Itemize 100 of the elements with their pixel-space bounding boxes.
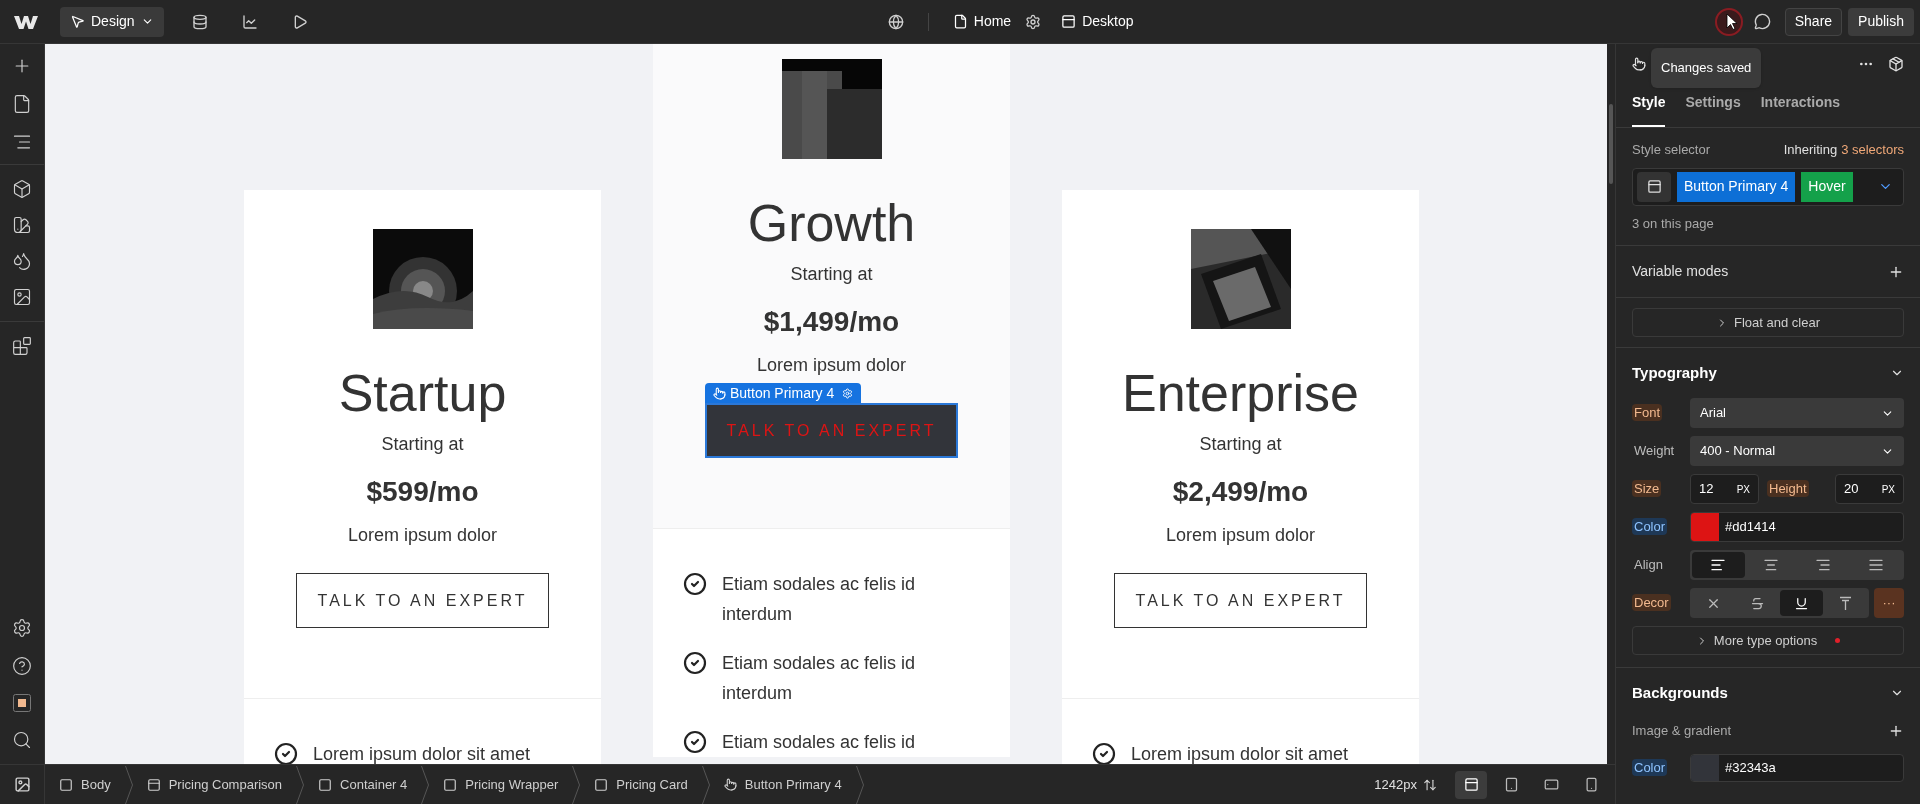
settings-icon[interactable]	[12, 618, 32, 638]
feature-text: Etiam sodales ac felis id interdum	[722, 573, 917, 626]
landscape-icon	[1543, 777, 1559, 792]
cursor-icon	[70, 14, 85, 29]
section-title: Variable modes	[1632, 262, 1729, 281]
property-label: Color	[1632, 518, 1668, 536]
plan-price: $1,499/mo	[763, 305, 900, 339]
plan-subtitle: Starting at	[1199, 433, 1282, 456]
dropdown-field[interactable]: 400 - Normal	[1690, 436, 1904, 466]
cube-icon[interactable]	[12, 179, 32, 199]
property-label: Decor	[1632, 594, 1671, 612]
globe-icon[interactable]	[887, 13, 904, 30]
panel-tab[interactable]: Style	[1632, 92, 1666, 127]
feature-text: Etiam sodales ac felis id interdum	[722, 652, 917, 705]
breadcrumb-item[interactable]: Pricing Comparison	[132, 774, 297, 795]
image-icon[interactable]	[13, 776, 31, 793]
align-option[interactable]	[1692, 552, 1745, 578]
page-count: 3 on this page	[1632, 214, 1715, 233]
section-title: Typography	[1632, 362, 1717, 383]
inheriting-count[interactable]: 3 selectors	[1841, 140, 1904, 160]
share-button[interactable]: Share	[1784, 7, 1843, 36]
square-icon[interactable]	[13, 694, 31, 712]
image-icon[interactable]	[12, 287, 32, 307]
plan-description: Lorem ipsum dolor	[347, 524, 498, 547]
breadcrumb-separator	[421, 765, 430, 804]
dropdown-field[interactable]: Arial	[1690, 398, 1904, 428]
breadcrumb-item[interactable]: Container 4	[304, 774, 422, 795]
portrait-icon	[1583, 777, 1599, 792]
panel-tab[interactable]: Interactions	[1760, 92, 1841, 127]
align-left-icon	[1710, 557, 1727, 573]
database-icon[interactable]	[191, 13, 208, 30]
align-right-icon	[1815, 557, 1832, 573]
page-selector[interactable]: Home	[952, 11, 1012, 32]
color-swatch[interactable]	[1691, 755, 1719, 781]
breadcrumb-separator	[296, 765, 305, 804]
selection-label[interactable]: Button Primary 4	[705, 383, 862, 403]
talk-to-expert-button[interactable]: TALK TO AN EXPERT	[296, 573, 549, 628]
settings-icon[interactable]	[1025, 13, 1042, 30]
property-label: Weight	[1633, 442, 1676, 460]
apps-icon[interactable]	[12, 336, 32, 356]
add-icon[interactable]	[1888, 723, 1904, 739]
breadcrumb-item[interactable]: Body	[45, 774, 125, 795]
selector-tag[interactable]: Button Primary 4	[1677, 171, 1796, 202]
breadcrumb-separator	[124, 765, 133, 804]
float-and-clear-button[interactable]: Float and clear	[1632, 308, 1904, 337]
element-icon	[1646, 179, 1662, 194]
tablet-icon	[1503, 777, 1519, 792]
property-label: Height	[1767, 480, 1809, 498]
property-label: Size	[1632, 480, 1662, 498]
webflow-logo[interactable]	[14, 13, 40, 30]
hand-icon	[723, 778, 737, 791]
more-type-options-button[interactable]: More type options	[1632, 626, 1904, 655]
scrollbar-thumb[interactable]	[1609, 104, 1613, 184]
color-swatch[interactable]	[1691, 513, 1719, 541]
chart-icon[interactable]	[241, 13, 258, 30]
number-field[interactable]: 20 PX	[1835, 474, 1904, 504]
more-decoration-button[interactable]: ···	[1874, 588, 1904, 618]
decoration-option[interactable]	[1779, 590, 1824, 616]
breakpoint-button[interactable]	[1455, 770, 1487, 799]
droplets-icon[interactable]	[12, 251, 32, 271]
strikethrough-icon	[1750, 595, 1766, 611]
selector-field[interactable]: Button Primary 4 Hover	[1632, 167, 1904, 206]
panel-tab[interactable]: Settings	[1685, 92, 1741, 127]
swatch-icon[interactable]	[12, 215, 32, 235]
design-mode-button[interactable]: Design	[60, 6, 164, 37]
plan-subtitle: Starting at	[790, 263, 873, 286]
color-field[interactable]: #32343a	[1690, 754, 1904, 782]
section-title: Backgrounds	[1632, 682, 1728, 703]
plan-title: Growth	[747, 197, 916, 249]
component-icon[interactable]	[1888, 56, 1904, 72]
page-icon[interactable]	[12, 94, 32, 114]
breadcrumb-item[interactable]: Button Primary 4	[709, 774, 856, 795]
search-icon[interactable]	[12, 730, 32, 750]
pointer-icon	[1713, 6, 1744, 37]
plan-subtitle: Starting at	[381, 433, 464, 456]
breadcrumb-item[interactable]: Pricing Wrapper	[429, 774, 573, 795]
page-icon	[952, 14, 968, 29]
breadcrumb-item[interactable]: Pricing Card	[580, 774, 702, 795]
plan-description: Lorem ipsum dolor	[756, 354, 907, 377]
check-icon	[683, 651, 707, 675]
changes-saved-tooltip: Changes saved	[1651, 48, 1762, 88]
property-label: Font	[1632, 404, 1662, 422]
box-icon	[59, 777, 73, 792]
property-label: Image & gradient	[1632, 722, 1731, 741]
comment-icon[interactable]	[1753, 13, 1771, 30]
help-icon[interactable]	[12, 656, 32, 676]
breadcrumb-separator	[572, 765, 581, 804]
color-field[interactable]: #dd1414	[1690, 512, 1904, 542]
inheriting-label: Inheriting	[1783, 141, 1838, 159]
box-icon	[594, 777, 609, 792]
talk-to-expert-button[interactable]: TALK TO AN EXPERT	[1114, 573, 1367, 628]
number-field[interactable]: 12 PX	[1690, 474, 1759, 504]
plan-description: Lorem ipsum dolor	[1165, 524, 1316, 547]
box-icon	[318, 777, 333, 792]
property-label: Align	[1633, 556, 1664, 574]
breakpoint-selector[interactable]: Desktop	[1061, 11, 1134, 32]
resize-icon[interactable]	[1423, 777, 1437, 792]
section-icon	[146, 777, 161, 792]
check-icon	[683, 730, 707, 754]
publish-button[interactable]: Publish	[1848, 7, 1914, 36]
